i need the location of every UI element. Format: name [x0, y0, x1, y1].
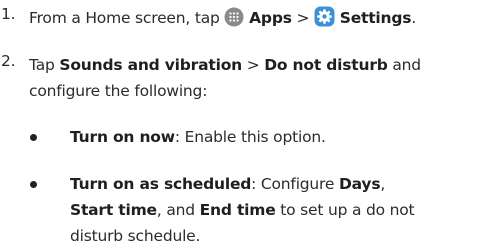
apps-grid-icon — [224, 7, 244, 35]
separator: > — [241, 56, 265, 74]
do-not-disturb-label: Do not disturb — [264, 56, 388, 74]
step-2-line-2: configure the following: — [29, 82, 208, 100]
separator: > — [291, 9, 314, 27]
end-time-label: End time — [199, 201, 276, 219]
bullet-turn-on-now: Turn on now: Enable this option. — [70, 128, 326, 146]
step-2-line-1: Tap Sounds and vibration > Do not distur… — [29, 56, 421, 74]
start-time-label: Start time — [70, 201, 157, 219]
settings-gear-icon — [314, 6, 335, 35]
bullet-2-line-3: disturb schedule. — [70, 227, 201, 245]
step-1-end: . — [411, 9, 417, 27]
bullet-dot — [30, 181, 37, 188]
step-2-text: Tap Sounds and vibration > Do not distur… — [29, 52, 501, 104]
bullet-turn-on-as-scheduled: Turn on as scheduled: Configure Days, St… — [70, 171, 415, 249]
sounds-and-vibration-label: Sounds and vibration — [59, 56, 242, 74]
step-1-text: From a Home screen, tap Apps > Settings. — [29, 5, 501, 35]
days-label: Days — [338, 175, 381, 193]
step-number: 2. — [1, 52, 16, 70]
turn-on-now-term: Turn on now — [70, 128, 175, 146]
apps-label: Apps — [249, 9, 292, 27]
turn-on-as-scheduled-term: Turn on as scheduled — [70, 175, 252, 193]
settings-label: Settings — [339, 9, 412, 27]
bullet-dot — [30, 134, 37, 141]
step-number: 1. — [1, 5, 16, 23]
instructions: 1. From a Home screen, tap Apps > Settin… — [0, 0, 504, 248]
step-1-lead: From a Home screen, tap — [29, 9, 225, 27]
